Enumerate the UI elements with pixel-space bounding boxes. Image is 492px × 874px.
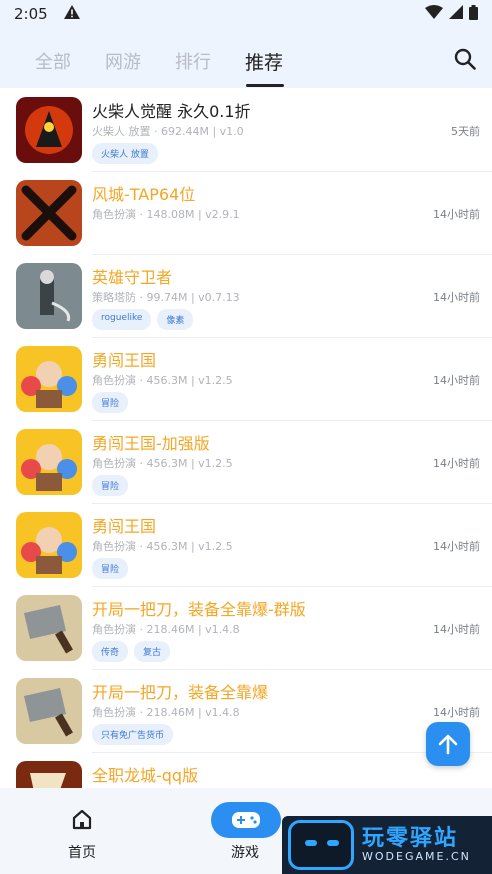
top-tab-bar: 全部 网游 排行 推荐 <box>0 28 492 88</box>
game-tag: 传奇 <box>92 641 129 662</box>
arrow-up-icon <box>438 734 458 755</box>
game-meta: 角色扮演 · 148.08M | v2.9.1 <box>92 208 240 221</box>
search-icon[interactable] <box>454 48 478 72</box>
game-update-time: 14小时前 <box>433 623 480 636</box>
game-tag: 火柴人 放置 <box>92 143 158 164</box>
nav-home[interactable]: 首页 <box>37 788 127 874</box>
nav-game[interactable]: 游戏 <box>200 788 290 874</box>
game-update-time: 5天前 <box>451 125 480 138</box>
wifi-icon <box>425 5 443 23</box>
tab-online[interactable]: 网游 <box>105 48 141 74</box>
status-bar: 2:05 <box>0 0 492 28</box>
list-item[interactable]: 开局一把刀，装备全靠爆 角色扮演 · 218.46M | v1.4.8 14小时… <box>0 669 492 753</box>
scroll-to-top-button[interactable] <box>426 722 470 766</box>
nav-home-label: 首页 <box>68 845 96 861</box>
signal-icon <box>449 5 463 23</box>
game-update-time: 14小时前 <box>433 291 480 304</box>
list-item[interactable]: 开局一把刀，装备全靠爆-群版 角色扮演 · 218.46M | v1.4.8 1… <box>0 586 492 670</box>
home-icon <box>72 809 92 830</box>
tab-recommended[interactable]: 推荐 <box>245 48 283 75</box>
game-list[interactable]: 火柴人觉醒 永久0.1折 火柴人 放置 · 692.44M | v1.0 5天前… <box>0 88 492 788</box>
status-time: 2:05 <box>14 5 48 23</box>
list-item[interactable]: 勇闯王国 角色扮演 · 456.3M | v1.2.5 14小时前 冒险 <box>0 337 492 421</box>
game-tag: 只有免广告货币 <box>92 724 174 745</box>
game-icon-dragon <box>16 761 82 788</box>
game-title: 火柴人觉醒 永久0.1折 <box>92 102 251 121</box>
game-icon-cleaver <box>16 595 82 661</box>
game-icon-swords <box>16 180 82 246</box>
game-update-time: 14小时前 <box>433 457 480 470</box>
game-tag: roguelike <box>92 309 152 330</box>
nav-game-label: 游戏 <box>231 845 259 861</box>
game-tag: 像素 <box>157 309 194 330</box>
list-item[interactable]: 风城-TAP64位 角色扮演 · 148.08M | v2.9.1 14小时前 <box>0 171 492 255</box>
game-title: 勇闯王国 <box>92 351 157 370</box>
game-title: 开局一把刀，装备全靠爆 <box>92 683 269 702</box>
game-update-time: 14小时前 <box>433 540 480 553</box>
game-update-time: 14小时前 <box>433 208 480 221</box>
watermark-text: 玩零驿站 <box>362 826 459 851</box>
game-tag: 冒险 <box>92 392 129 413</box>
gamepad-icon <box>211 802 281 838</box>
game-meta: 角色扮演 · 456.3M | v1.2.5 <box>92 374 233 387</box>
tab-ranking[interactable]: 排行 <box>175 48 211 74</box>
game-icon-stickman <box>16 97 82 163</box>
warning-icon <box>63 5 80 23</box>
game-title: 英雄守卫者 <box>92 268 173 287</box>
game-title: 开局一把刀，装备全靠爆-群版 <box>92 600 306 619</box>
game-meta: 角色扮演 · 456.3M | v1.2.5 <box>92 540 233 553</box>
watermark-url: WODEGAME.CN <box>362 850 471 863</box>
game-meta: 策略塔防 · 99.74M | v0.7.13 <box>92 291 240 304</box>
game-meta: 角色扮演 · 218.46M | v1.4.8 <box>92 706 240 719</box>
game-meta: 角色扮演 · 218.46M | v1.4.8 <box>92 623 240 636</box>
game-icon-kingdom <box>16 512 82 578</box>
game-icon-cleaver <box>16 678 82 744</box>
game-title: 勇闯王国-加强版 <box>92 434 210 453</box>
game-title: 风城-TAP64位 <box>92 185 196 204</box>
robot-logo-icon <box>288 820 354 870</box>
game-update-time: 14小时前 <box>433 374 480 387</box>
game-tag: 复古 <box>134 641 171 662</box>
list-item[interactable]: 全职龙城-qq版 <box>0 752 492 788</box>
game-icon-knight <box>16 263 82 329</box>
tab-all[interactable]: 全部 <box>35 48 71 74</box>
watermark-logo: 玩零驿站 WODEGAME.CN <box>282 816 492 874</box>
game-update-time: 14小时前 <box>433 706 480 719</box>
list-item[interactable]: 勇闯王国-加强版 角色扮演 · 456.3M | v1.2.5 14小时前 冒险 <box>0 420 492 504</box>
game-title: 全职龙城-qq版 <box>92 766 199 785</box>
game-tag: 冒险 <box>92 475 129 496</box>
game-meta: 角色扮演 · 456.3M | v1.2.5 <box>92 457 233 470</box>
game-title: 勇闯王国 <box>92 517 157 536</box>
game-meta: 火柴人 放置 · 692.44M | v1.0 <box>92 125 244 138</box>
game-icon-kingdom <box>16 346 82 412</box>
game-icon-kingdom <box>16 429 82 495</box>
list-item[interactable]: 勇闯王国 角色扮演 · 456.3M | v1.2.5 14小时前 冒险 <box>0 503 492 587</box>
active-tab-indicator <box>246 84 284 87</box>
game-tag: 冒险 <box>92 558 129 579</box>
battery-icon <box>469 4 478 24</box>
list-item[interactable]: 英雄守卫者 策略塔防 · 99.74M | v0.7.13 14小时前 rogu… <box>0 254 492 338</box>
list-item[interactable]: 火柴人觉醒 永久0.1折 火柴人 放置 · 692.44M | v1.0 5天前… <box>0 88 492 172</box>
